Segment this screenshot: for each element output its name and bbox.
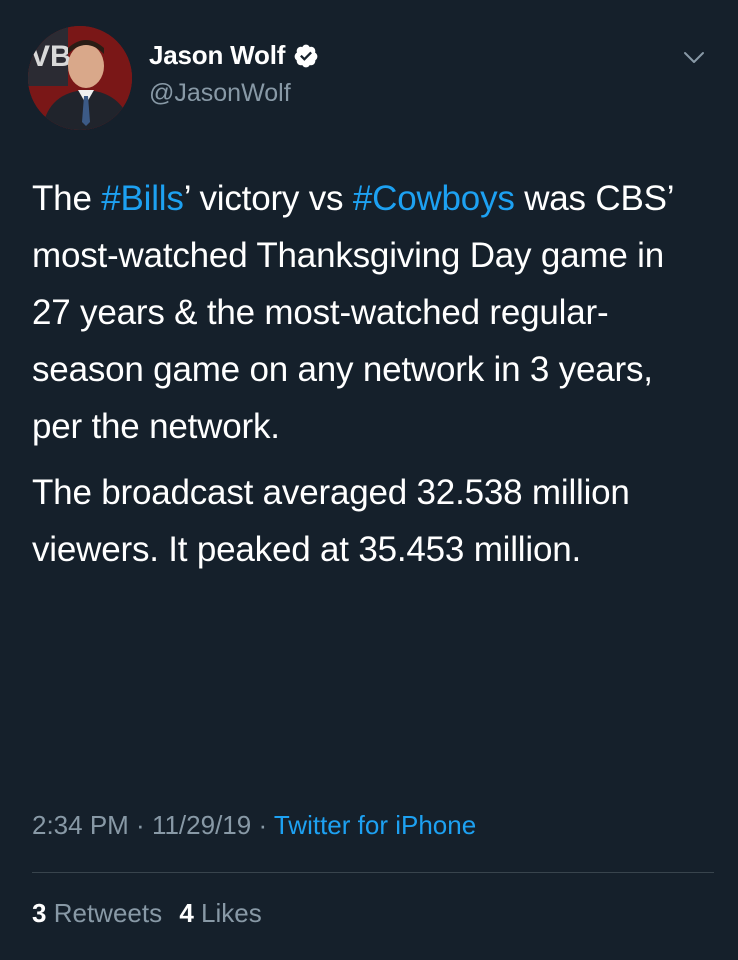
retweets-label: Retweets [53, 898, 163, 928]
hashtag-bills[interactable]: #Bills [101, 179, 184, 218]
meta-separator: · [251, 810, 274, 840]
handle[interactable]: @JasonWolf [149, 79, 319, 108]
tweet-text-segment: The [32, 179, 102, 218]
tweet-header: VB Jason Wolf @JasonWolf [28, 26, 718, 130]
tweet-meta: 2:34 PM · 11/29/19 · Twitter for iPhone [32, 810, 476, 841]
hashtag-cowboys[interactable]: #Cowboys [353, 179, 515, 218]
tweet-text-segment: was CBS’ most-watched Thanksgiving Day g… [32, 179, 674, 446]
tweet-date[interactable]: 11/29/19 [152, 810, 251, 840]
retweets-count: 3 [32, 898, 47, 928]
likes-stat[interactable]: 4 Likes [179, 898, 261, 929]
likes-count: 4 [179, 898, 194, 928]
verified-badge-icon [294, 44, 318, 67]
tweet-text: The #Bills’ victory vs #Cowboys was CBS’… [32, 170, 712, 578]
tweet-stats: 3 Retweets 4 Likes [32, 898, 272, 929]
tweet-paragraph-1: The #Bills’ victory vs #Cowboys was CBS’… [32, 170, 712, 455]
chevron-down-icon[interactable] [682, 50, 706, 66]
name-row: Jason Wolf [149, 40, 319, 71]
avatar[interactable]: VB [28, 26, 132, 130]
tweet-card: VB Jason Wolf @JasonWolf The #Bills’ vic… [0, 0, 738, 960]
likes-label: Likes [201, 898, 262, 928]
display-name[interactable]: Jason Wolf [149, 40, 285, 71]
tweet-paragraph-2: The broadcast averaged 32.538 million vi… [32, 473, 630, 569]
avatar-image: VB [28, 26, 132, 130]
divider [32, 872, 714, 873]
meta-separator: · [128, 810, 152, 840]
tweet-source-link[interactable]: Twitter for iPhone [274, 810, 476, 840]
author-block: Jason Wolf @JasonWolf [149, 40, 319, 108]
retweets-stat[interactable]: 3 Retweets [32, 898, 162, 929]
tweet-time[interactable]: 2:34 PM [32, 810, 129, 840]
tweet-text-segment: ’ victory vs [183, 179, 353, 218]
avatar-logo-text: VB [30, 40, 72, 73]
